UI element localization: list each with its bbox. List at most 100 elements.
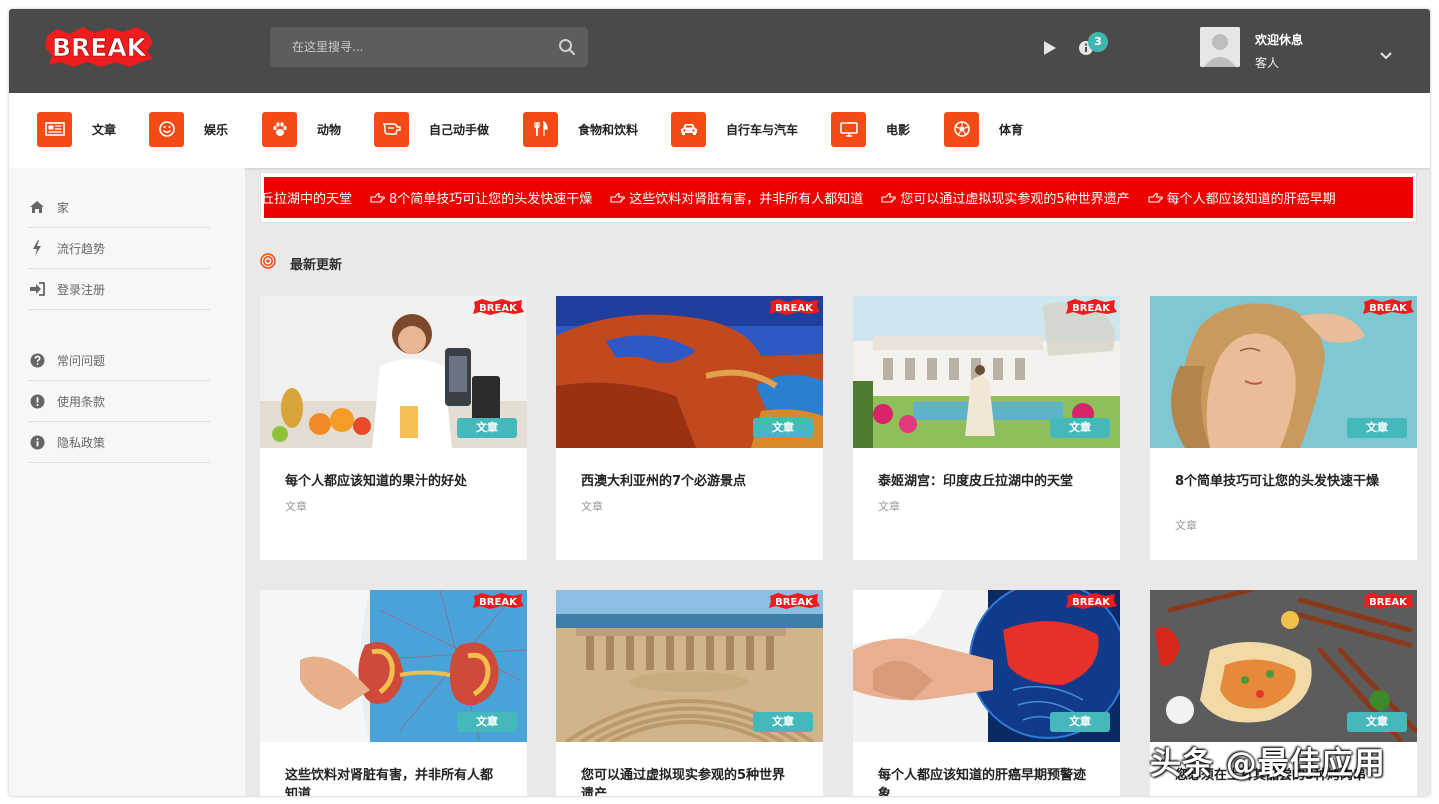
chevron-down-icon[interactable] bbox=[1380, 46, 1392, 60]
article-category[interactable]: 文章 bbox=[285, 498, 307, 514]
category-label: 娱乐 bbox=[204, 122, 229, 137]
svg-text:BREAK: BREAK bbox=[1072, 303, 1111, 314]
article-title[interactable]: 这些饮料对肾脏有害，并非所有人都知道 bbox=[285, 766, 500, 796]
sidebar-item-faq[interactable]: 常问问题 bbox=[28, 340, 210, 381]
category-tag[interactable]: 文章 bbox=[457, 712, 517, 732]
category-label: 动物 bbox=[317, 122, 342, 137]
sidebar: 家 流行趋势 登录注册 常问问题 使用条款 隐私政策 bbox=[9, 168, 245, 796]
category-animals[interactable]: 动物 bbox=[262, 111, 341, 147]
brand-stamp: BREAK bbox=[473, 299, 524, 315]
article-title[interactable]: 泰姬湖宫：印度皮丘拉湖中的天堂 bbox=[878, 472, 1093, 491]
category-tag[interactable]: 文章 bbox=[1050, 418, 1110, 438]
sidebar-item-login[interactable]: 登录注册 bbox=[28, 269, 210, 310]
article-card[interactable]: BREAK 文章 西澳大利亚州的7个必游景点 文章 bbox=[556, 296, 823, 560]
hand-pointer-icon bbox=[610, 192, 626, 204]
notification-badge[interactable]: 3 bbox=[1088, 32, 1108, 52]
svg-text:BREAK: BREAK bbox=[1369, 597, 1408, 608]
user-name: 客人 bbox=[1255, 56, 1280, 70]
hand-tool-icon bbox=[374, 111, 409, 147]
ticker-item[interactable]: 皮丘拉湖中的天堂 bbox=[264, 188, 352, 207]
car-icon bbox=[671, 111, 706, 147]
category-movies[interactable]: 电影 bbox=[831, 111, 910, 147]
watermark: 头条 @最佳应用 bbox=[1150, 746, 1386, 782]
sidebar-item-label: 隐私政策 bbox=[57, 435, 106, 450]
smile-icon bbox=[149, 111, 184, 147]
ticker-band: 皮丘拉湖中的天堂 8个简单技巧可让您的头发快速干燥 这些饮料对肾脏有害，并非所有… bbox=[264, 177, 1413, 218]
brand-stamp: BREAK bbox=[769, 593, 820, 609]
sidebar-item-terms[interactable]: 使用条款 bbox=[28, 381, 210, 422]
play-icon[interactable] bbox=[1043, 40, 1057, 56]
article-card[interactable]: BREAK 文章 每个人都应该知道的肝癌早期预警迹象 bbox=[853, 590, 1120, 796]
svg-text:BREAK: BREAK bbox=[479, 303, 518, 314]
category-tag[interactable]: 文章 bbox=[753, 418, 813, 438]
category-articles[interactable]: 文章 bbox=[37, 111, 116, 147]
ticker-item[interactable]: 每个人都应该知道的肝癌早期 bbox=[1148, 188, 1336, 207]
hand-pointer-icon bbox=[1148, 192, 1163, 204]
brand-stamp: BREAK bbox=[1066, 593, 1117, 609]
svg-text:BREAK: BREAK bbox=[775, 303, 814, 314]
target-icon bbox=[260, 253, 276, 273]
article-card[interactable]: BREAK 文章 您可以通过虚拟现实参观的5种世界遗产 bbox=[556, 590, 823, 796]
svg-text:BREAK: BREAK bbox=[479, 597, 518, 608]
newspaper-icon bbox=[37, 111, 72, 147]
search-box bbox=[270, 27, 588, 67]
category-tag[interactable]: 文章 bbox=[457, 418, 517, 438]
ticker-item-text: 8个简单技巧可让您的头发快速干燥 bbox=[389, 192, 593, 207]
article-card[interactable]: BREAK 文章 8个简单技巧可让您的头发快速干燥 文章 bbox=[1150, 296, 1417, 560]
brand-stamp: BREAK bbox=[769, 299, 820, 315]
category-label: 食物和饮料 bbox=[578, 122, 639, 137]
category-bar: 文章 娱乐 动物 自己动手做 食物和饮料 自行车与汽车 电影 体育 bbox=[9, 93, 1430, 168]
sidebar-item-privacy[interactable]: 隐私政策 bbox=[28, 422, 210, 463]
sidebar-item-trending[interactable]: 流行趋势 bbox=[28, 228, 210, 269]
category-sports[interactable]: 体育 bbox=[944, 111, 1023, 147]
brand-stamp: BREAK bbox=[473, 593, 524, 609]
sidebar-item-label: 流行趋势 bbox=[57, 241, 106, 256]
article-category[interactable]: 文章 bbox=[581, 498, 603, 514]
break-logo[interactable]: BREAK bbox=[43, 26, 155, 68]
sidebar-item-home[interactable]: 家 bbox=[28, 187, 210, 228]
hand-pointer-icon bbox=[370, 192, 385, 204]
utensils-icon bbox=[523, 111, 558, 147]
ticker-item-text: 皮丘拉湖中的天堂 bbox=[264, 192, 353, 207]
svg-text:BREAK: BREAK bbox=[1072, 597, 1111, 608]
category-tag[interactable]: 文章 bbox=[1347, 418, 1407, 438]
article-card[interactable]: BREAK 文章 这些饮料对肾脏有害，并非所有人都知道 bbox=[260, 590, 527, 796]
category-label: 体育 bbox=[999, 122, 1024, 137]
avatar[interactable] bbox=[1200, 27, 1240, 67]
brand-stamp: BREAK bbox=[1066, 299, 1117, 315]
article-category[interactable]: 文章 bbox=[1175, 517, 1197, 533]
home-icon bbox=[28, 199, 46, 215]
news-ticker: 皮丘拉湖中的天堂 8个简单技巧可让您的头发快速干燥 这些饮料对肾脏有害，并非所有… bbox=[260, 172, 1417, 223]
article-title[interactable]: 您可以通过虚拟现实参观的5种世界遗产 bbox=[581, 766, 796, 796]
ticker-item-text: 这些饮料对肾脏有害，并非所有人都知道 bbox=[629, 192, 864, 207]
article-title[interactable]: 8个简单技巧可让您的头发快速干燥 bbox=[1175, 472, 1390, 491]
ticker-item[interactable]: 8个简单技巧可让您的头发快速干燥 bbox=[370, 188, 592, 207]
search-icon[interactable] bbox=[558, 38, 576, 56]
category-tag[interactable]: 文章 bbox=[1347, 712, 1407, 732]
article-title[interactable]: 每个人都应该知道的肝癌早期预警迹象 bbox=[878, 766, 1093, 796]
logo-text: BREAK bbox=[52, 33, 148, 62]
tv-icon bbox=[831, 111, 866, 147]
question-circle-icon bbox=[28, 352, 46, 368]
soccer-ball-icon bbox=[944, 111, 979, 147]
brand-stamp: BREAK bbox=[1363, 299, 1414, 315]
category-tag[interactable]: 文章 bbox=[753, 712, 813, 732]
category-vehicles[interactable]: 自行车与汽车 bbox=[671, 111, 798, 147]
ticker-item[interactable]: 您可以通过虚拟现实参观的5种世界遗产 bbox=[881, 188, 1130, 207]
ticker-item[interactable]: 这些饮料对肾脏有害，并非所有人都知道 bbox=[610, 188, 863, 207]
article-title[interactable]: 每个人都应该知道的果汁的好处 bbox=[285, 472, 500, 491]
category-entertainment[interactable]: 娱乐 bbox=[149, 111, 228, 147]
category-diy[interactable]: 自己动手做 bbox=[374, 111, 489, 147]
welcome-text: 欢迎休息 bbox=[1255, 33, 1304, 47]
category-label: 自己动手做 bbox=[429, 122, 490, 137]
article-category[interactable]: 文章 bbox=[878, 498, 900, 514]
category-tag[interactable]: 文章 bbox=[1050, 712, 1110, 732]
paw-icon bbox=[262, 111, 297, 147]
article-card[interactable]: BREAK 文章 泰姬湖宫：印度皮丘拉湖中的天堂 文章 bbox=[853, 296, 1120, 560]
article-card[interactable]: BREAK 文章 每个人都应该知道的果汁的好处 文章 bbox=[260, 296, 527, 560]
section-heading: 最新更新 bbox=[260, 253, 342, 273]
search-input[interactable] bbox=[270, 27, 550, 67]
article-title[interactable]: 西澳大利亚州的7个必游景点 bbox=[581, 472, 796, 491]
category-food[interactable]: 食物和饮料 bbox=[523, 111, 638, 147]
section-title: 最新更新 bbox=[290, 257, 343, 273]
